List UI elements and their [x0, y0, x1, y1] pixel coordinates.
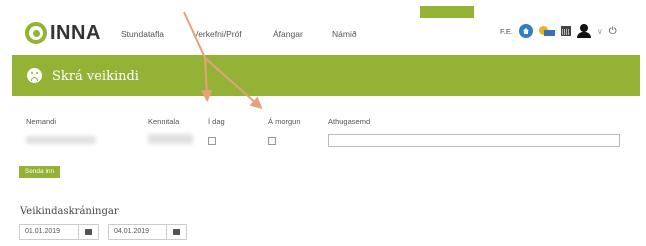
annotation-arrow-tomorrow — [204, 57, 263, 109]
annotation-arrow-today — [183, 11, 213, 102]
annotation-arrows — [183, 11, 263, 109]
